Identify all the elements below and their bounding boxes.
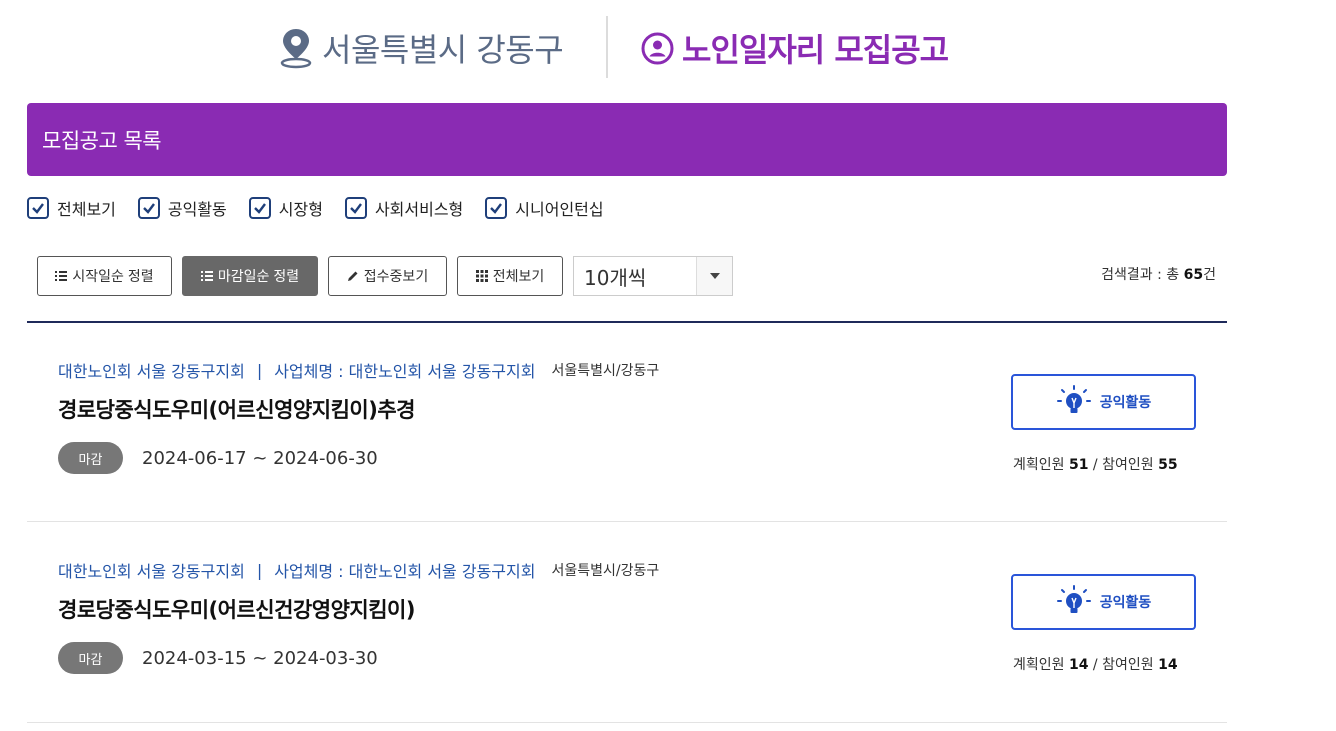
location-pin-icon — [280, 29, 312, 69]
receiving-label: 접수중보기 — [363, 268, 429, 284]
page-header: 서울특별시 강동구 노인일자리 모집공고 — [0, 0, 1336, 96]
job-title-link[interactable]: 경로당중식도우미(어르신건강영양지킴이) — [58, 594, 415, 624]
planned-count: 14 — [1068, 657, 1089, 673]
filter-checkbox[interactable] — [137, 197, 160, 219]
meta-separator: | — [256, 560, 263, 580]
check-icon — [350, 203, 362, 214]
category-label: 공익활동 — [1099, 395, 1152, 411]
header-divider — [606, 16, 608, 78]
list-item: 대한노인회 서울 강동구지회 | 사업체명 : 대한노인회 서울 강동구지회 서… — [27, 358, 1227, 508]
lightbulb-icon — [1056, 385, 1091, 413]
grid-icon — [475, 270, 488, 282]
filter-checkbox[interactable] — [248, 197, 271, 219]
page-size-select[interactable]: 10개씩 — [573, 256, 733, 296]
sort-deadline-label: 마감일순 정렬 — [217, 268, 300, 284]
job-operator: 사업체명 : 대한노인회 서울 강동구지회 — [274, 562, 536, 581]
check-icon — [253, 203, 266, 214]
result-count: 검색결과 : 총 65건 — [1101, 264, 1216, 284]
job-counts: 계획인원 14 / 참여인원 14 — [1013, 654, 1178, 674]
list-banner: 모집공고 목록 — [27, 103, 1227, 176]
filter-label: 전체보기 — [57, 200, 116, 219]
participants-count: 14 — [1158, 657, 1178, 673]
filter-label: 공익활동 — [167, 200, 227, 219]
list-toolbar: 시작일순 정렬 마감일순 정렬 접수중보기 전체보기 10개씩 — [37, 256, 733, 296]
lightbulb-icon — [1056, 585, 1091, 613]
job-org: 대한노인회 서울 강동구지회 — [58, 562, 245, 581]
filter-checkbox[interactable] — [344, 197, 367, 219]
job-operator: 사업체명 : 대한노인회 서울 강동구지회 — [274, 362, 536, 381]
planned-label: 계획인원 — [1013, 457, 1065, 473]
category-button[interactable]: 공익활동 — [1011, 374, 1196, 430]
receiving-button[interactable]: 접수중보기 — [328, 256, 447, 296]
sort-start-button[interactable]: 시작일순 정렬 — [37, 256, 172, 296]
page-title-wrap: 노인일자리 모집공고 — [641, 26, 949, 70]
meta-separator: | — [256, 360, 263, 380]
card-divider — [27, 722, 1227, 723]
job-location: 서울특별시/강동구 — [551, 563, 660, 579]
result-suffix: 건 — [1203, 267, 1216, 283]
category-button[interactable]: 공익활동 — [1011, 574, 1196, 630]
card-divider — [27, 521, 1227, 522]
list-item: 대한노인회 서울 강동구지회 | 사업체명 : 대한노인회 서울 강동구지회 서… — [27, 558, 1227, 708]
check-icon — [143, 203, 155, 214]
sort-start-label: 시작일순 정렬 — [72, 268, 154, 284]
job-status-row: 마감 2024-06-17 ~ 2024-06-30 — [58, 442, 378, 474]
job-meta: 대한노인회 서울 강동구지회 | 사업체명 : 대한노인회 서울 강동구지회 서… — [58, 558, 659, 582]
page-title: 노인일자리 모집공고 — [682, 31, 949, 69]
filter-label: 사회서비스형 — [374, 200, 464, 219]
filter-public-activity[interactable]: 공익활동 — [137, 196, 227, 220]
result-prefix: 검색결과 : 총 — [1101, 267, 1184, 283]
status-badge: 마감 — [58, 642, 123, 674]
check-icon — [490, 203, 503, 214]
sort-deadline-button[interactable]: 마감일순 정렬 — [182, 256, 318, 296]
participants-count: 55 — [1158, 457, 1178, 473]
participants-label: 참여인원 — [1102, 657, 1154, 673]
banner-title: 모집공고 목록 — [42, 128, 162, 153]
list-top-divider — [27, 321, 1227, 323]
filter-market[interactable]: 시장형 — [248, 196, 323, 220]
filter-checkbox[interactable] — [485, 197, 508, 219]
filter-label: 시장형 — [278, 200, 323, 219]
check-icon — [32, 203, 44, 214]
job-meta: 대한노인회 서울 강동구지회 | 사업체명 : 대한노인회 서울 강동구지회 서… — [58, 358, 659, 382]
status-badge: 마감 — [58, 442, 123, 474]
counts-slash: / — [1092, 657, 1098, 673]
filter-checkbox[interactable] — [27, 197, 49, 219]
job-period: 2024-06-17 ~ 2024-06-30 — [142, 447, 378, 469]
filter-social-service[interactable]: 사회서비스형 — [344, 196, 464, 220]
region-text: 서울특별시 강동구 — [322, 31, 564, 69]
region-label: 서울특별시 강동구 — [278, 26, 564, 70]
view-all-button[interactable]: 전체보기 — [457, 256, 563, 296]
job-location: 서울특별시/강동구 — [551, 363, 660, 379]
counts-slash: / — [1092, 457, 1098, 473]
participants-label: 참여인원 — [1102, 457, 1154, 473]
planned-count: 51 — [1068, 457, 1089, 473]
list-icon — [55, 271, 68, 281]
job-status-row: 마감 2024-03-15 ~ 2024-03-30 — [58, 642, 378, 674]
job-title-link[interactable]: 경로당중식도우미(어르신영양지킴이)추경 — [58, 394, 415, 424]
list-icon — [200, 271, 213, 281]
job-counts: 계획인원 51 / 참여인원 55 — [1013, 454, 1178, 474]
filter-all[interactable]: 전체보기 — [27, 196, 116, 220]
pencil-icon — [347, 271, 358, 281]
category-filters: 전체보기 공익활동 시장형 사회서비스형 시니어인턴십 — [27, 196, 626, 220]
planned-label: 계획인원 — [1013, 657, 1065, 673]
job-org: 대한노인회 서울 강동구지회 — [58, 362, 245, 381]
result-number: 65 — [1183, 267, 1204, 283]
job-period: 2024-03-15 ~ 2024-03-30 — [142, 647, 378, 669]
user-circle-icon — [641, 32, 674, 64]
page-size-value: 10개씩 — [584, 265, 647, 290]
filter-label: 시니어인턴십 — [515, 200, 604, 219]
view-all-label: 전체보기 — [492, 268, 545, 284]
filter-senior-intern[interactable]: 시니어인턴십 — [485, 196, 604, 220]
chevron-down-icon[interactable] — [696, 257, 732, 295]
category-label: 공익활동 — [1099, 595, 1152, 611]
